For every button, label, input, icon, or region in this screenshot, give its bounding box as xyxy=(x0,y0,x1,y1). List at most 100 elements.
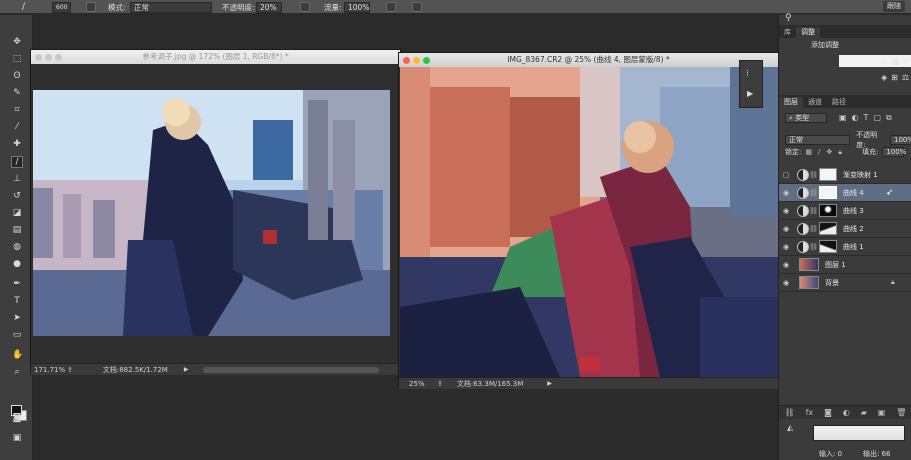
brush-preset-picker[interactable]: 600 xyxy=(52,1,72,13)
layer-row-curves-4[interactable]: ◉ ⛓ 曲线 4 ➶ xyxy=(779,184,911,202)
pressure-opacity-icon[interactable] xyxy=(300,1,310,13)
brush-tool-icon[interactable]: ∕ xyxy=(22,1,25,13)
document-title-bar[interactable]: IMG_8367.CR2 @ 25% (曲线 4, 图层蒙版/8) * xyxy=(399,53,778,67)
vibrance-icon[interactable]: ◈ xyxy=(881,73,887,82)
visibility-eye-icon[interactable]: ◉ xyxy=(779,207,793,215)
minimize-window-icon[interactable] xyxy=(413,57,420,64)
horizontal-scrollbar[interactable] xyxy=(203,367,379,373)
zoom-window-icon[interactable] xyxy=(423,57,430,64)
new-adjustment-icon[interactable]: ◐ xyxy=(843,408,850,417)
visibility-eye-icon[interactable]: ◉ xyxy=(779,279,793,287)
visibility-eye-icon[interactable]: ◉ xyxy=(779,189,793,197)
link-layers-icon[interactable]: ⛓ xyxy=(784,408,794,417)
layer-thumbnail[interactable] xyxy=(799,258,819,271)
brightness-contrast-icon[interactable]: ☼ xyxy=(881,57,888,66)
hand-tool-icon[interactable]: ✋ xyxy=(12,350,23,360)
opacity-input[interactable]: 20% xyxy=(256,1,282,13)
curve-point-tool-icon[interactable]: ◭ xyxy=(787,423,793,432)
quick-selection-tool-icon[interactable]: ✎ xyxy=(12,88,22,98)
link-icon[interactable]: ⛓ xyxy=(809,243,818,251)
color-balance-icon[interactable]: ⚖ xyxy=(902,73,909,82)
visibility-off-icon[interactable]: ▢ xyxy=(779,171,793,179)
brush-tool-icon[interactable]: ∕ xyxy=(11,156,23,168)
layer-row-curves-3[interactable]: ◉ ⛓ 曲线 3 xyxy=(779,202,911,220)
screen-mode-icon[interactable]: ▣ xyxy=(12,433,22,443)
zoom-level[interactable]: 171.71% xyxy=(31,366,65,374)
workspace-badge[interactable]: 跟随 xyxy=(883,1,905,12)
document-title-bar[interactable]: 参考调子.jpg @ 172% (图层 1, RGB/8*) * xyxy=(31,50,400,64)
move-tool-icon[interactable]: ✥ xyxy=(12,37,22,47)
minimize-window-icon[interactable] xyxy=(45,54,52,61)
layer-mask-thumbnail[interactable] xyxy=(819,240,837,253)
crop-tool-icon[interactable]: ⌗ xyxy=(12,105,22,115)
layer-mask-thumbnail[interactable] xyxy=(819,204,837,217)
filter-type-icon[interactable]: T xyxy=(864,113,869,123)
marquee-tool-icon[interactable]: ⬚ xyxy=(12,54,22,64)
zoom-level[interactable]: 25% xyxy=(399,380,425,388)
fill-input[interactable]: 100% xyxy=(882,147,906,157)
layer-row-layer-1[interactable]: ◉ 图层 1 xyxy=(779,256,911,274)
layer-row-curves-2[interactable]: ◉ ⛓ 曲线 2 xyxy=(779,220,911,238)
main-image-canvas[interactable] xyxy=(400,67,779,377)
gradient-tool-icon[interactable]: ▤ xyxy=(12,225,22,235)
curves-graph[interactable] xyxy=(813,425,905,441)
flow-input[interactable]: 100% xyxy=(344,1,370,13)
clone-stamp-tool-icon[interactable]: ⊥ xyxy=(12,174,22,184)
lock-pixels-icon[interactable]: ∕ xyxy=(818,148,820,157)
link-icon[interactable]: ⛓ xyxy=(809,207,818,215)
lock-transparent-icon[interactable]: ▦ xyxy=(805,148,812,157)
document-window-reference[interactable]: 参考调子.jpg @ 172% (图层 1, RGB/8*) * 171.71%… xyxy=(30,49,401,375)
filter-kind-select[interactable]: ⌕ 类型 xyxy=(785,113,827,123)
layer-mask-thumbnail[interactable] xyxy=(819,168,837,181)
tab-channels[interactable]: 通道 xyxy=(803,97,827,108)
share-icon[interactable]: ⇪ xyxy=(67,366,73,374)
visibility-eye-icon[interactable]: ◉ xyxy=(779,225,793,233)
lock-all-icon[interactable]: 🔒︎ xyxy=(838,148,842,157)
lasso-tool-icon[interactable]: ʘ xyxy=(12,71,22,81)
mode-select[interactable]: 正常 xyxy=(130,1,212,13)
tab-paths[interactable]: 路径 xyxy=(827,97,851,108)
brush-presets-icon[interactable]: ⚲ xyxy=(785,13,792,23)
play-action-icon[interactable]: ▶ xyxy=(747,89,753,98)
reference-image-canvas[interactable] xyxy=(33,90,390,336)
status-menu-arrow-icon[interactable]: ▶ xyxy=(547,380,552,387)
layer-mask-thumbnail[interactable] xyxy=(819,186,837,199)
eyedropper-tool-icon[interactable]: ⁄ xyxy=(12,122,22,132)
type-tool-icon[interactable]: T xyxy=(12,296,22,306)
layer-row-background[interactable]: ◉ 背景 🔒︎ xyxy=(779,274,911,292)
airbrush-icon[interactable] xyxy=(386,1,396,13)
curves-icon[interactable]: ◸ xyxy=(904,57,910,66)
status-menu-arrow-icon[interactable]: ▶ xyxy=(184,366,189,373)
filter-shape-icon[interactable]: ▢ xyxy=(873,113,881,123)
levels-icon[interactable]: ▥ xyxy=(892,57,900,66)
document-window-main[interactable]: IMG_8367.CR2 @ 25% (曲线 4, 图层蒙版/8) * 25% xyxy=(398,52,779,389)
tab-adjustments[interactable]: 调整 xyxy=(796,27,820,38)
filter-smart-object-icon[interactable]: ⧉ xyxy=(886,113,892,123)
visibility-eye-icon[interactable]: ◉ xyxy=(779,261,793,269)
eraser-tool-icon[interactable]: ◪ xyxy=(12,208,22,218)
share-icon[interactable]: ⇪ xyxy=(437,380,443,388)
filter-adjustment-icon[interactable]: ◐ xyxy=(852,113,859,123)
new-layer-icon[interactable]: ▣ xyxy=(878,408,886,417)
healing-brush-tool-icon[interactable]: ✚ xyxy=(12,139,22,149)
path-selection-tool-icon[interactable]: ➤ xyxy=(12,313,22,323)
delete-layer-icon[interactable]: 🗑︎ xyxy=(896,408,906,417)
layer-mask-thumbnail[interactable] xyxy=(819,222,837,235)
layer-row-curves-1[interactable]: ◉ ⛓ 曲线 1 xyxy=(779,238,911,256)
rectangle-tool-icon[interactable]: ▭ xyxy=(12,330,22,340)
zoom-window-icon[interactable] xyxy=(55,54,62,61)
blur-tool-icon[interactable]: ◍ xyxy=(12,242,22,252)
zoom-tool-icon[interactable]: ⌕ xyxy=(12,367,22,377)
add-mask-icon[interactable]: ◙ xyxy=(824,408,832,417)
link-icon[interactable]: ⛓ xyxy=(809,189,818,197)
blend-mode-select[interactable]: 正常 xyxy=(785,135,851,145)
tab-layers[interactable]: 图层 xyxy=(779,97,803,108)
lock-position-icon[interactable]: ✥ xyxy=(826,148,832,157)
close-window-icon[interactable] xyxy=(403,57,410,64)
layer-row-gradient-map[interactable]: ▢ ⛓ 渐变映射 1 xyxy=(779,166,911,184)
layer-opacity-input[interactable]: 100% xyxy=(890,135,911,145)
filter-pixel-icon[interactable]: ▣ xyxy=(839,113,847,123)
layer-thumbnail[interactable] xyxy=(799,276,819,289)
link-icon[interactable]: ⛓ xyxy=(809,171,818,179)
brush-panel-toggle-icon[interactable] xyxy=(86,1,96,13)
